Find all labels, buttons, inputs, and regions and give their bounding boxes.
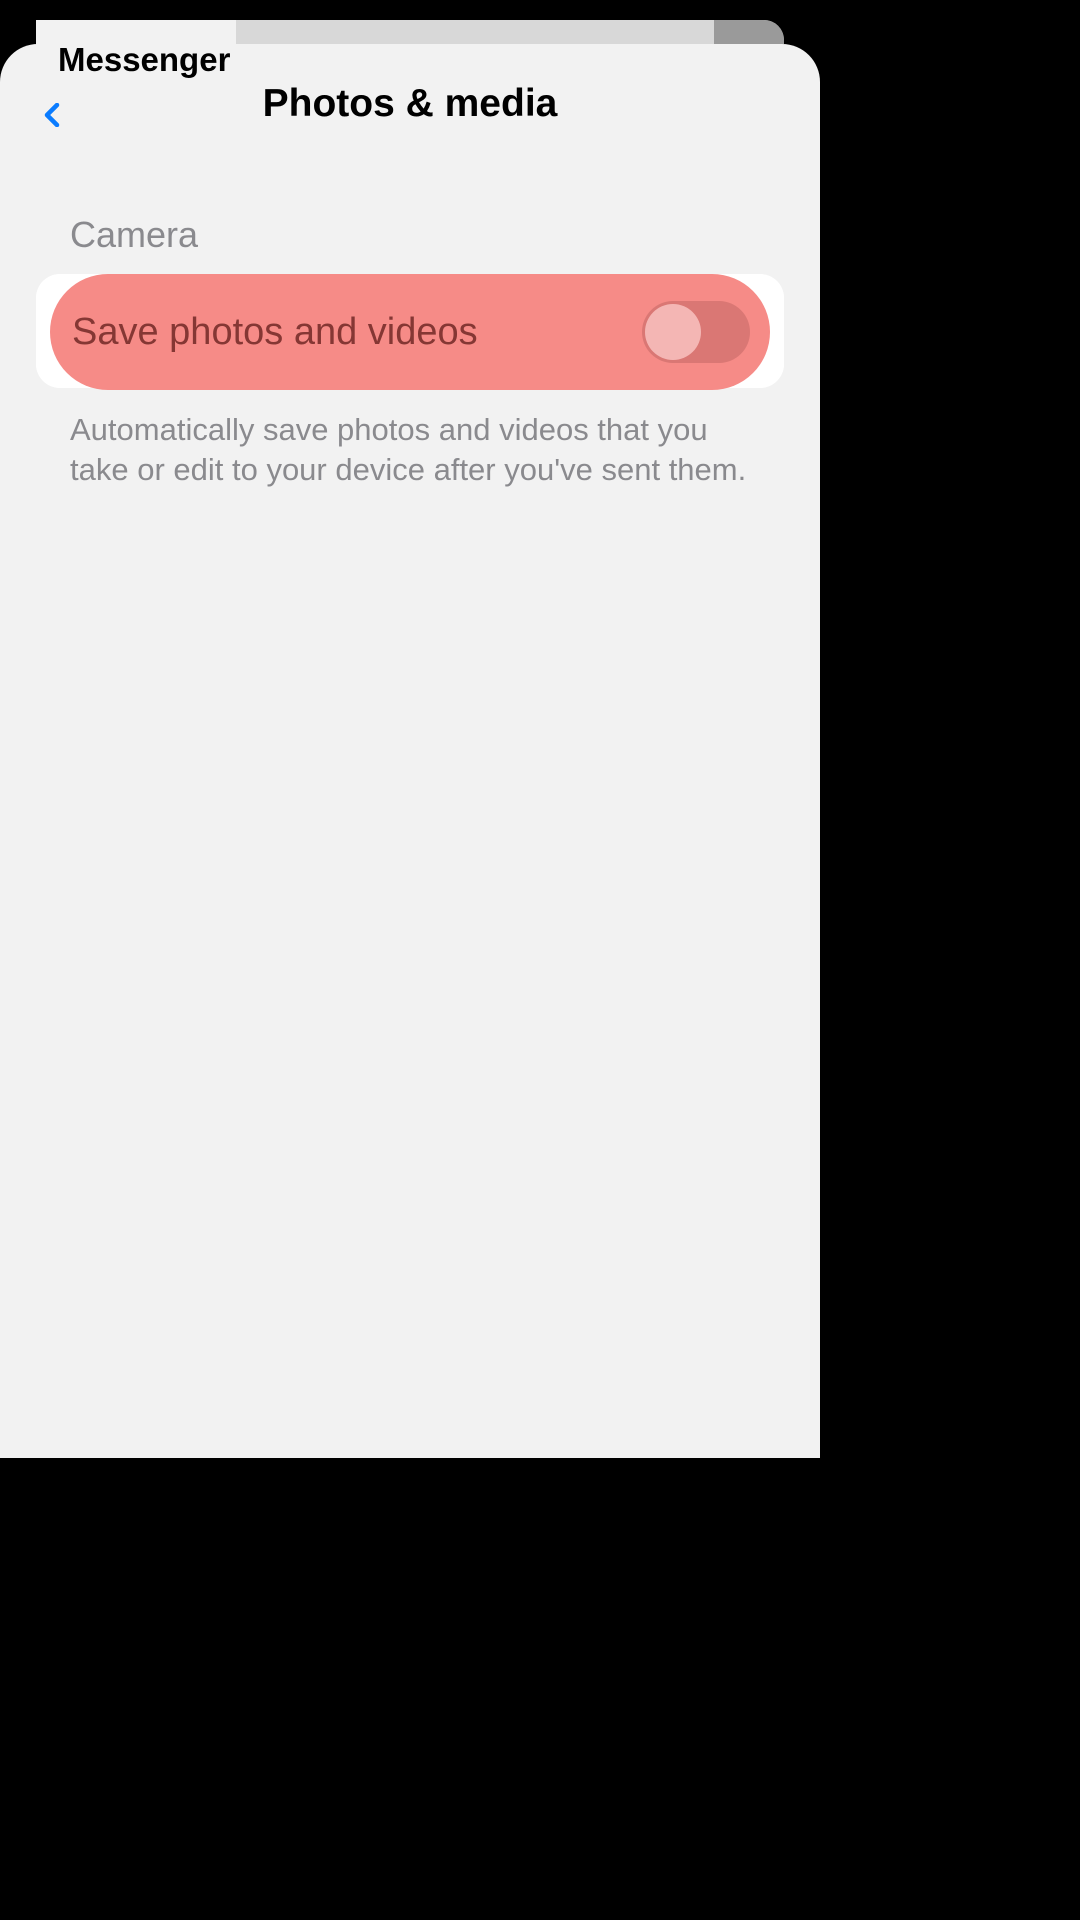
toggle-knob	[645, 304, 701, 360]
setting-description: Automatically save photos and videos tha…	[0, 388, 820, 491]
section-header-camera: Camera	[0, 154, 820, 274]
settings-panel: Photos & media Camera Save photos and vi…	[0, 44, 820, 1458]
settings-card: Save photos and videos	[36, 274, 784, 388]
settings-card-inner: Save photos and videos	[36, 274, 784, 388]
chevron-left-icon	[41, 103, 65, 127]
browser-tab-strip-edge	[714, 20, 784, 44]
setting-label: Save photos and videos	[72, 311, 478, 354]
setting-row-save-photos[interactable]: Save photos and videos	[50, 274, 770, 390]
toggle-save-photos[interactable]	[642, 301, 750, 363]
app-tab-messenger[interactable]: Messenger	[36, 20, 236, 100]
back-button[interactable]	[38, 100, 68, 130]
page-title: Photos & media	[263, 82, 558, 126]
app-tab-label: Messenger	[58, 41, 230, 79]
